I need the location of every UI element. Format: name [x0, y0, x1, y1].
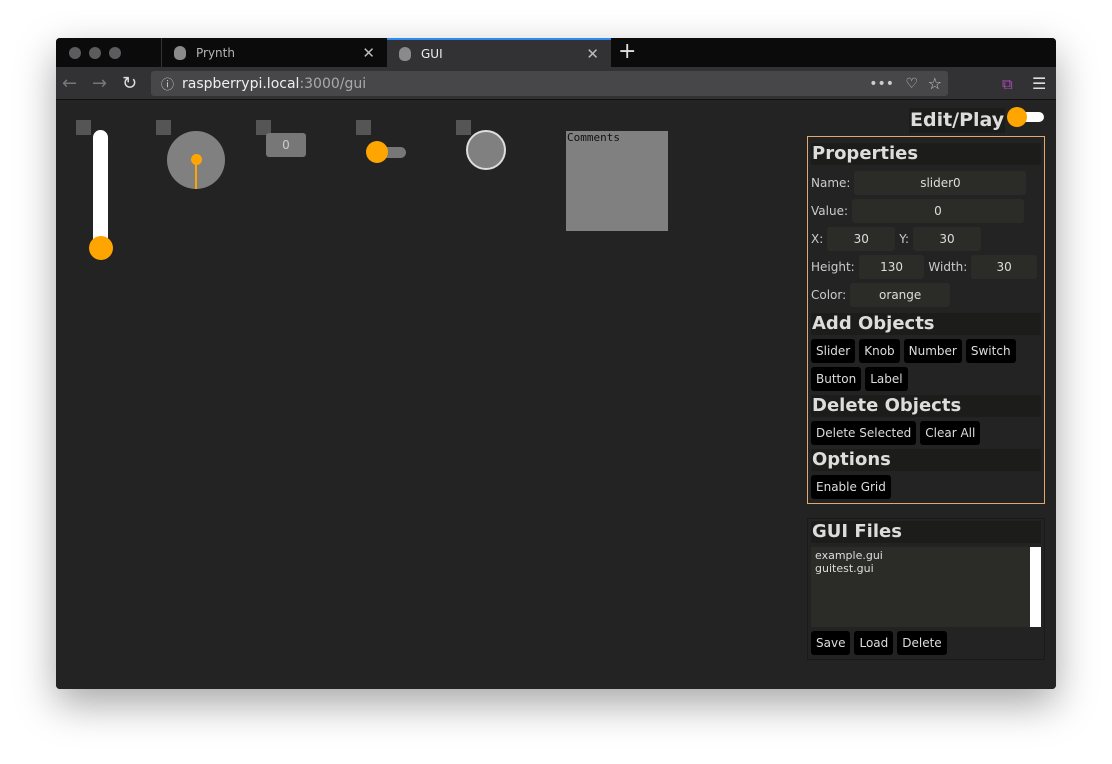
add-knob-button[interactable]: Knob [859, 339, 900, 363]
color-label: Color: [811, 288, 847, 302]
url-host: raspberrypi.local [182, 75, 300, 92]
properties-panel: Properties Name: slider0 Value: 0 X: 30 Y: 30… [807, 136, 1045, 504]
add-button-button[interactable]: Button [811, 367, 862, 391]
add-number-button[interactable]: Number [903, 339, 962, 363]
knob-indicator [195, 159, 197, 189]
width-field[interactable]: 30 [971, 255, 1037, 279]
bookmark-star-icon[interactable]: ☆ [928, 74, 942, 93]
add-objects-heading: Add Objects [811, 313, 1041, 335]
value-label: Value: [811, 204, 848, 218]
close-window-button[interactable] [69, 47, 81, 59]
mode-label: Edit/Play [909, 108, 1006, 133]
knob[interactable] [167, 131, 225, 189]
file-item[interactable]: guitest.gui [815, 562, 1037, 575]
delete-objects-heading: Delete Objects [811, 395, 1041, 417]
forward-icon[interactable]: → [92, 73, 107, 94]
favicon-icon [399, 46, 411, 61]
tab-gui[interactable]: GUI ✕ [387, 38, 611, 67]
name-field[interactable]: slider0 [854, 171, 1027, 195]
minimize-window-button[interactable] [89, 47, 101, 59]
browser-window: Prynth ✕ GUI ✕ + ← → ↻ ⓘ raspberrypi.loc… [56, 38, 1056, 689]
drag-handle[interactable] [76, 120, 91, 135]
tab-title: GUI [421, 46, 443, 61]
add-slider-button[interactable]: Slider [811, 339, 856, 363]
add-label-button[interactable]: Label [865, 367, 908, 391]
gui-canvas: 0 Comments Edit/Play Properties Name: sli… [56, 100, 1056, 689]
nav-bar: ← → ↻ ⓘ raspberrypi.local:3000/gui ••• ♡… [56, 67, 1056, 100]
back-icon[interactable]: ← [62, 73, 77, 94]
drag-handle[interactable] [456, 120, 471, 135]
pocket-icon[interactable]: ♡ [905, 76, 918, 92]
scrollbar[interactable] [1030, 547, 1041, 627]
file-item[interactable]: example.gui [815, 549, 1037, 562]
menu-icon[interactable]: ☰ [1032, 74, 1046, 93]
switch-thumb[interactable] [366, 141, 388, 163]
new-tab-button[interactable]: + [618, 39, 636, 64]
delete-selected-button[interactable]: Delete Selected [811, 421, 917, 445]
drag-handle[interactable] [356, 120, 371, 135]
number-box[interactable]: 0 [266, 133, 306, 157]
x-label: X: [811, 232, 824, 246]
comments-label[interactable]: Comments [566, 131, 668, 231]
properties-heading: Properties [811, 143, 1041, 165]
more-icon[interactable]: ••• [869, 76, 894, 92]
drag-handle[interactable] [156, 120, 171, 135]
reload-icon[interactable]: ↻ [122, 73, 137, 94]
value-field[interactable]: 0 [852, 199, 1024, 223]
address-bar[interactable]: ⓘ raspberrypi.local:3000/gui ••• ♡ ☆ [151, 71, 948, 96]
height-field[interactable]: 130 [858, 255, 925, 279]
site-info-icon[interactable]: ⓘ [161, 74, 174, 93]
x-field[interactable]: 30 [827, 227, 896, 251]
y-label: Y: [899, 232, 910, 246]
close-tab-icon[interactable]: ✕ [362, 44, 375, 62]
height-label: Height: [811, 260, 855, 274]
url-path: :3000/gui [299, 75, 367, 92]
width-label: Width: [928, 260, 968, 274]
load-button[interactable]: Load [854, 631, 894, 655]
y-field[interactable]: 30 [913, 227, 982, 251]
clear-all-button[interactable]: Clear All [920, 421, 981, 445]
push-button[interactable] [466, 130, 506, 170]
enable-grid-button[interactable]: Enable Grid [811, 475, 891, 499]
gui-files-panel: GUI Files example.gui guitest.gui Save L… [807, 518, 1045, 660]
close-tab-icon[interactable]: ✕ [586, 45, 599, 63]
slider-thumb[interactable] [89, 236, 113, 260]
mode-toggle-thumb[interactable] [1007, 107, 1027, 127]
tab-title: Prynth [196, 45, 235, 60]
maximize-window-button[interactable] [109, 47, 121, 59]
save-button[interactable]: Save [811, 631, 851, 655]
tab-bar: Prynth ✕ GUI ✕ + [56, 38, 1056, 67]
tab-prynth[interactable]: Prynth ✕ [161, 38, 387, 67]
name-label: Name: [811, 176, 851, 190]
add-switch-button[interactable]: Switch [965, 339, 1016, 363]
gui-files-heading: GUI Files [811, 521, 1041, 543]
container-icon[interactable]: ⧉ [1002, 75, 1013, 93]
delete-file-button[interactable]: Delete [897, 631, 947, 655]
file-list[interactable]: example.gui guitest.gui [811, 547, 1041, 627]
color-field[interactable]: orange [850, 283, 951, 307]
options-heading: Options [811, 449, 1041, 471]
favicon-icon [174, 45, 186, 60]
